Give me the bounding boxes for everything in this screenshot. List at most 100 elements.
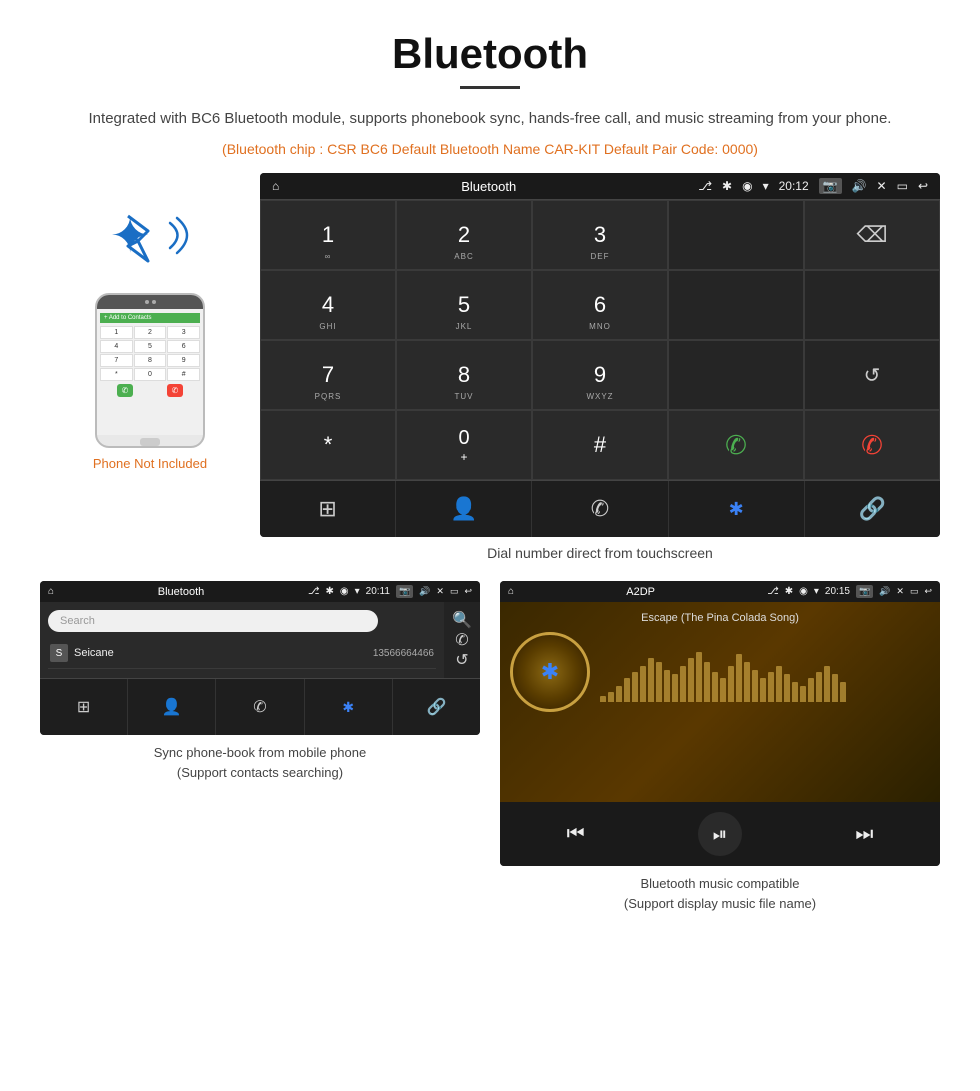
home-icon[interactable]: ⌂ xyxy=(272,179,279,193)
dial-key-star[interactable]: * xyxy=(260,410,396,480)
music-home-icon[interactable]: ⌂ xyxy=(508,586,514,597)
nav-phone[interactable]: ✆ xyxy=(532,481,668,537)
viz-bar xyxy=(624,678,630,702)
search-bar[interactable]: Search xyxy=(48,610,378,632)
phone-camera xyxy=(152,300,156,304)
search-icon[interactable]: 🔍 xyxy=(452,610,472,630)
dial-key-8[interactable]: 8TUV xyxy=(396,340,532,410)
pb-signal-icon: ▾ xyxy=(355,586,360,597)
backspace-button[interactable]: ⌫ xyxy=(804,200,940,270)
phone-panel: ✦ + Add to Contacts xyxy=(40,173,260,471)
viz-bar xyxy=(720,678,726,702)
volume-icon[interactable]: 🔊 xyxy=(852,179,867,193)
viz-bar xyxy=(688,658,694,702)
pb-nav-dialpad[interactable]: ⊞ xyxy=(40,679,128,735)
prev-button[interactable]: ⏮ xyxy=(567,823,585,846)
phone-home-button xyxy=(140,438,160,446)
viz-bar xyxy=(640,666,646,702)
viz-bar xyxy=(816,672,822,702)
end-call-button[interactable]: ✆ xyxy=(804,410,940,480)
music-screen: ⌂ A2DP ⎇ ✱ ◉ ▾ 20:15 📷 🔊 ✕ ▭ ↩ Escape (T… xyxy=(500,581,940,866)
orange-info: (Bluetooth chip : CSR BC6 Default Blueto… xyxy=(0,137,980,173)
dial-key-2[interactable]: 2ABC xyxy=(396,200,532,270)
music-location-icon: ◉ xyxy=(799,586,808,597)
car-screen-panel: ⌂ Bluetooth ⎇ ✱ ◉ ▾ 20:12 📷 🔊 ✕ ▭ ↩ 1∞ 2… xyxy=(260,173,940,571)
viz-bar xyxy=(672,674,678,702)
phone-key-0: 0 xyxy=(134,368,167,381)
close-icon[interactable]: ✕ xyxy=(877,179,887,193)
pb-home-icon[interactable]: ⌂ xyxy=(48,586,54,597)
nav-link[interactable]: 🔗 xyxy=(805,481,940,537)
screen-title: Bluetooth xyxy=(289,179,688,194)
pb-back-icon[interactable]: ↩ xyxy=(464,586,472,597)
viz-bar xyxy=(648,658,654,702)
pb-nav-contacts[interactable]: 👤 xyxy=(128,679,216,735)
music-volume-icon[interactable]: 🔊 xyxy=(879,586,890,597)
dial-key-9[interactable]: 9WXYZ xyxy=(532,340,668,410)
dial-redial[interactable]: ↺ xyxy=(804,340,940,410)
viz-bar xyxy=(656,662,662,702)
dial-key-5[interactable]: 5JKL xyxy=(396,270,532,340)
pb-volume-icon[interactable]: 🔊 xyxy=(419,586,430,597)
dial-key-6[interactable]: 6MNO xyxy=(532,270,668,340)
phone-key-8: 8 xyxy=(134,354,167,367)
dial-key-3[interactable]: 3DEF xyxy=(532,200,668,270)
phone-screen: + Add to Contacts 1 2 3 4 5 6 7 8 9 * 0 … xyxy=(97,309,203,435)
phone-bottom-row: ✆ ✆ xyxy=(100,384,200,397)
contact-row[interactable]: S Seicane 13566664466 xyxy=(48,638,436,669)
nav-contacts[interactable]: 👤 xyxy=(396,481,532,537)
music-status-bar: ⌂ A2DP ⎇ ✱ ◉ ▾ 20:15 📷 🔊 ✕ ▭ ↩ xyxy=(500,581,940,602)
nav-dialpad[interactable]: ⊞ xyxy=(260,481,396,537)
pb-nav-phone[interactable]: ✆ xyxy=(216,679,304,735)
location-icon: ◉ xyxy=(742,179,752,193)
viz-bar xyxy=(768,672,774,702)
dial-grid: 1∞ 2ABC 3DEF ⌫ 4GHI 5JKL 6MNO 7PQRS 8TUV… xyxy=(260,199,940,480)
pb-close-icon[interactable]: ✕ xyxy=(436,586,444,597)
call-button[interactable]: ✆ xyxy=(668,410,804,480)
viz-bar xyxy=(808,678,814,702)
phone-screen-header: + Add to Contacts xyxy=(100,313,200,323)
music-bt-icon: ✱ xyxy=(785,586,793,597)
phone-end-btn: ✆ xyxy=(167,384,184,397)
phone-speaker xyxy=(145,300,149,304)
viz-bar xyxy=(760,678,766,702)
viz-bar xyxy=(736,654,742,702)
pb-nav-bluetooth[interactable]: ✱ xyxy=(305,679,393,735)
phone-key-hash: # xyxy=(167,368,200,381)
dial-key-0[interactable]: 0+ xyxy=(396,410,532,480)
phone-key-9: 9 xyxy=(167,354,200,367)
car-screen: ⌂ Bluetooth ⎇ ✱ ◉ ▾ 20:12 📷 🔊 ✕ ▭ ↩ 1∞ 2… xyxy=(260,173,940,537)
nav-bluetooth[interactable]: ✱ xyxy=(669,481,805,537)
dial-key-hash[interactable]: # xyxy=(532,410,668,480)
status-time: 20:12 xyxy=(779,179,809,193)
dial-key-4[interactable]: 4GHI xyxy=(260,270,396,340)
music-camera-icon[interactable]: 📷 xyxy=(856,585,873,598)
dial-key-7[interactable]: 7PQRS xyxy=(260,340,396,410)
phonebook-screenshot-block: ⌂ Bluetooth ⎇ ✱ ◉ ▾ 20:11 📷 🔊 ✕ ▭ ↩ Sear… xyxy=(40,581,480,913)
music-close-icon[interactable]: ✕ xyxy=(896,586,904,597)
music-time: 20:15 xyxy=(825,586,850,597)
phone-key-1: 1 xyxy=(100,326,133,339)
music-window-icon[interactable]: ▭ xyxy=(910,586,919,597)
usb-icon: ⎇ xyxy=(698,179,712,193)
viz-bar xyxy=(600,696,606,702)
music-controls: ⏮ ⏯ ⏭ xyxy=(500,802,940,866)
next-button[interactable]: ⏭ xyxy=(855,823,873,846)
call-icon[interactable]: ✆ xyxy=(455,630,468,650)
camera-icon[interactable]: 📷 xyxy=(819,178,842,194)
pb-window-icon[interactable]: ▭ xyxy=(450,586,459,597)
phone-key-7: 7 xyxy=(100,354,133,367)
pb-bottom-nav: ⊞ 👤 ✆ ✱ 🔗 xyxy=(40,678,480,735)
music-screen-title: A2DP xyxy=(520,586,761,598)
pb-nav-link[interactable]: 🔗 xyxy=(393,679,480,735)
window-icon[interactable]: ▭ xyxy=(897,179,908,193)
dial-key-1[interactable]: 1∞ xyxy=(260,200,396,270)
pb-camera-icon[interactable]: 📷 xyxy=(396,585,413,598)
music-back-icon[interactable]: ↩ xyxy=(924,586,932,597)
phonebook-screen: ⌂ Bluetooth ⎇ ✱ ◉ ▾ 20:11 📷 🔊 ✕ ▭ ↩ Sear… xyxy=(40,581,480,735)
play-pause-button[interactable]: ⏯ xyxy=(698,812,742,856)
refresh-icon[interactable]: ↺ xyxy=(455,650,468,670)
phone-top-bar xyxy=(97,295,203,309)
viz-bar xyxy=(840,682,846,702)
back-icon[interactable]: ↩ xyxy=(918,179,928,193)
